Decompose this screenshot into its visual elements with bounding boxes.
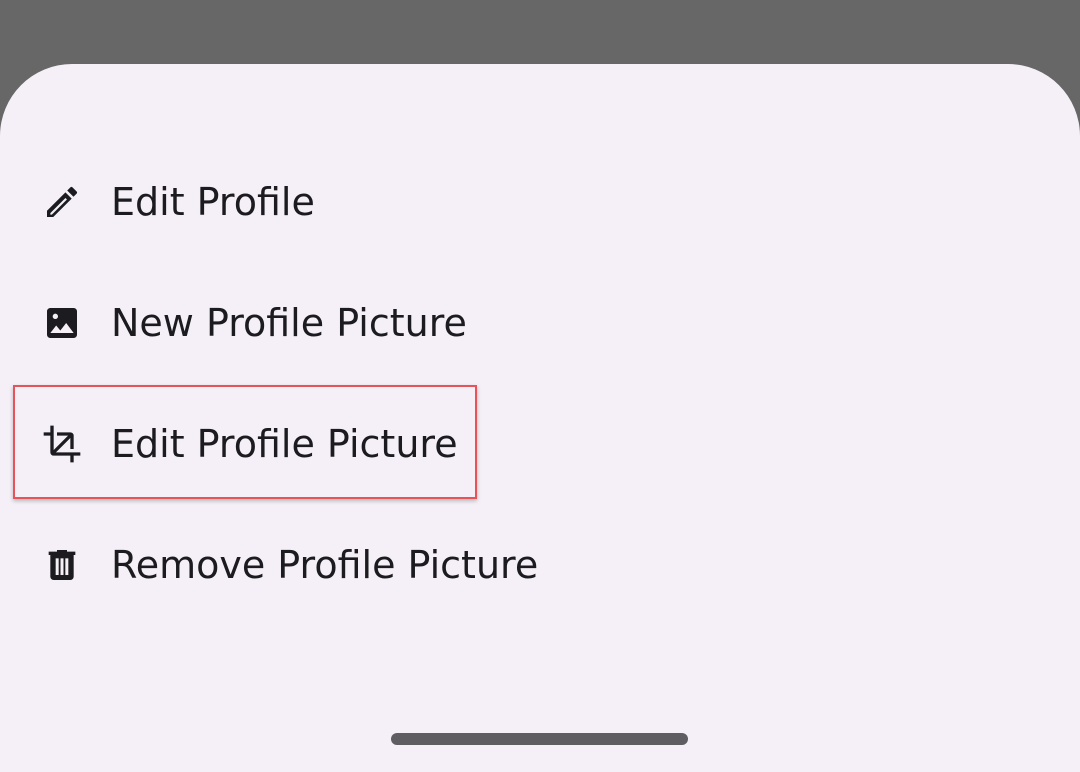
new-profile-picture-item[interactable]: New Profile Picture: [0, 263, 1080, 383]
trash-icon: [42, 545, 82, 585]
remove-profile-picture-item[interactable]: Remove Profile Picture: [0, 505, 1080, 625]
bottom-sheet: Edit Profile New Profile Picture Edit Pr…: [0, 64, 1080, 772]
new-profile-picture-label: New Profile Picture: [111, 301, 467, 345]
crop-icon: [42, 424, 82, 464]
edit-profile-label: Edit Profile: [111, 180, 315, 224]
home-indicator[interactable]: [391, 733, 688, 745]
pencil-icon: [42, 182, 82, 222]
edit-profile-item[interactable]: Edit Profile: [0, 142, 1080, 262]
remove-profile-picture-label: Remove Profile Picture: [111, 543, 539, 587]
edit-profile-picture-label: Edit Profile Picture: [111, 422, 458, 466]
image-icon: [42, 303, 82, 343]
edit-profile-picture-item[interactable]: Edit Profile Picture: [0, 384, 1080, 504]
